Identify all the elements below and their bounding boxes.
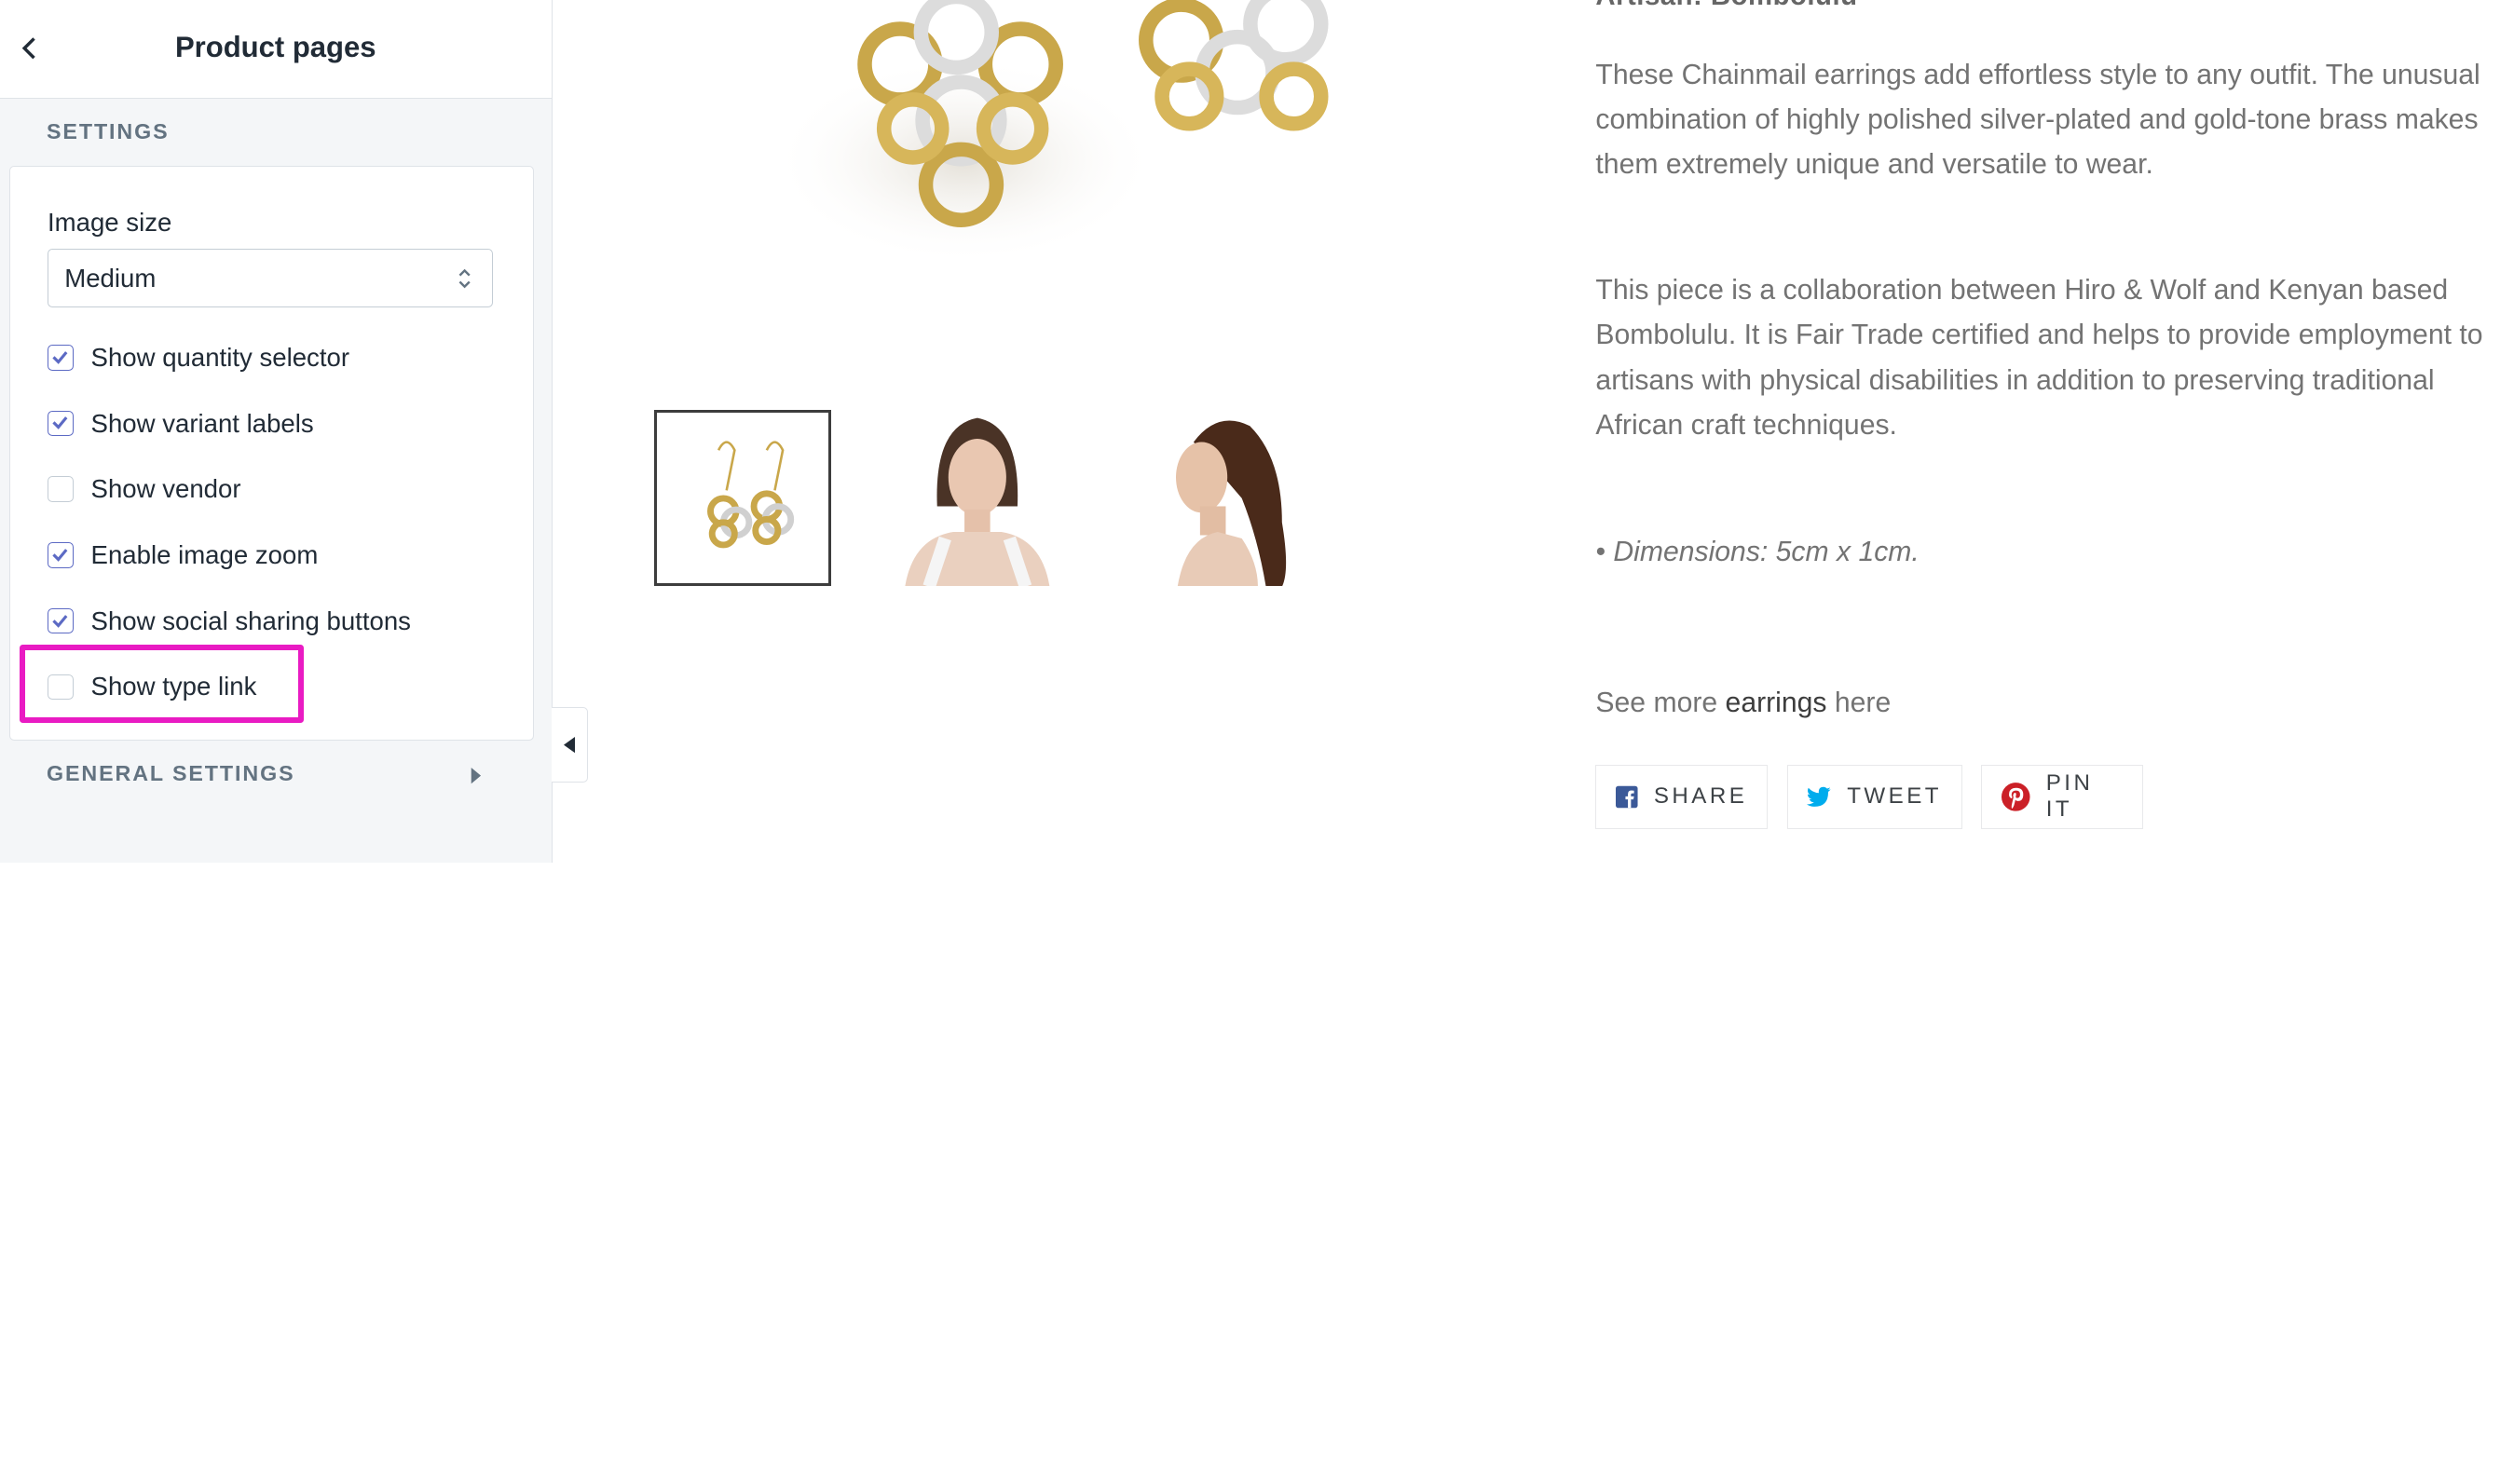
model-front-image (904, 417, 1050, 587)
settings-card: Image size Medium Show quantity selector… (9, 165, 534, 742)
show-quantity-selector-label: Show quantity selector (90, 342, 350, 372)
checkbox-unchecked-icon (48, 476, 74, 502)
settings-section-title: SETTINGS (47, 118, 170, 143)
product-thumbnail-3[interactable] (1129, 410, 1306, 587)
product-thumbnail-2[interactable] (889, 410, 1066, 587)
share-pinterest-label: PIN IT (2045, 770, 2094, 823)
image-size-select[interactable]: Medium (48, 248, 493, 308)
caret-right-icon (471, 768, 481, 784)
earrings-thumbnail-image (706, 440, 794, 549)
share-facebook-label: SHARE (1653, 783, 1748, 810)
checkbox-unchecked-icon (48, 674, 74, 701)
sidebar-header: Product pages (0, 0, 552, 100)
show-type-link-label: Show type link (90, 672, 257, 701)
show-social-sharing-buttons-checkbox[interactable]: Show social sharing buttons (48, 604, 411, 639)
show-social-sharing-buttons-label: Show social sharing buttons (90, 606, 411, 635)
select-arrows-icon (458, 268, 471, 288)
image-size-value: Medium (64, 264, 157, 293)
share-facebook-button[interactable]: SHARE (1595, 764, 1768, 829)
checkbox-checked-icon (48, 410, 74, 437)
share-twitter-button[interactable]: TWEET (1786, 764, 1962, 829)
collapse-sidebar-button[interactable] (551, 706, 589, 783)
sidebar-title: Product pages (174, 30, 376, 63)
image-size-label: Image size (48, 208, 172, 238)
product-vendor-title: Artisan: Bombolulu (1595, 0, 1857, 12)
checkbox-checked-icon (48, 542, 74, 568)
enable-image-zoom-checkbox[interactable]: Enable image zoom (48, 538, 318, 573)
share-twitter-label: TWEET (1847, 783, 1942, 810)
product-description-paragraph-2: This piece is a collaboration between Hi… (1595, 274, 2483, 441)
product-main-image (707, 0, 1382, 289)
caret-left-icon (563, 736, 575, 753)
product-dimensions: • Dimensions: 5cm x 1cm. (1595, 537, 1920, 568)
pinterest-icon (2001, 783, 2030, 811)
general-settings-toggle[interactable]: GENERAL SETTINGS (47, 761, 294, 786)
product-description-paragraph-1: These Chainmail earrings add effortless … (1595, 59, 2480, 181)
see-more-suffix: here (1826, 688, 1892, 719)
show-quantity-selector-checkbox[interactable]: Show quantity selector (48, 340, 349, 375)
facebook-icon (1616, 785, 1638, 809)
see-more-type-link: See more earrings here (1595, 688, 1891, 719)
checkbox-checked-icon (48, 345, 74, 371)
product-thumbnail-1[interactable] (653, 409, 831, 587)
twitter-icon (1807, 786, 1832, 807)
show-type-link-checkbox[interactable]: Show type link (48, 669, 256, 704)
enable-image-zoom-label: Enable image zoom (90, 539, 319, 569)
share-pinterest-button[interactable]: PIN IT (1981, 764, 2144, 829)
see-more-prefix: See more (1595, 688, 1726, 719)
checkbox-checked-icon (48, 607, 74, 634)
show-vendor-checkbox[interactable]: Show vendor (48, 471, 241, 507)
theme-editor-sidebar: Product pages SETTINGS Image size Medium… (0, 0, 553, 864)
type-link[interactable]: earrings (1726, 688, 1827, 718)
show-variant-labels-checkbox[interactable]: Show variant labels (48, 406, 314, 442)
model-side-image (1176, 420, 1287, 587)
show-vendor-label: Show vendor (90, 474, 241, 504)
show-variant-labels-label: Show variant labels (90, 408, 314, 438)
